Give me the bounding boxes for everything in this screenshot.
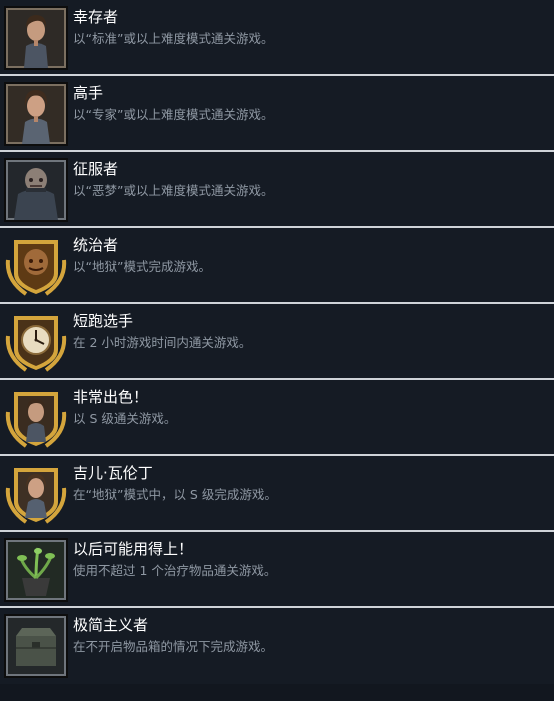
achievement-title: 短跑选手 <box>73 312 134 330</box>
achievement-title: 幸存者 <box>73 8 119 26</box>
achievement-row[interactable]: 吉儿·瓦伦丁 在“地狱”模式中，以 S 级完成游戏。 <box>0 456 554 532</box>
achievement-description: 在不开启物品箱的情况下完成游戏。 <box>73 639 274 654</box>
achievement-description: 以“专家”或以上难度模式通关游戏。 <box>73 107 274 122</box>
achievement-list: 幸存者 以“标准”或以上难度模式通关游戏。 高手 以“专家”或以上难度模式通关游… <box>0 0 554 684</box>
achievement-title: 吉儿·瓦伦丁 <box>73 464 153 482</box>
achievement-description: 以“标准”或以上难度模式通关游戏。 <box>73 31 274 46</box>
achievement-row[interactable]: 短跑选手 在 2 小时游戏时间内通关游戏。 <box>0 304 554 380</box>
nemesis-laurel-icon <box>4 234 68 298</box>
achievement-title: 统治者 <box>73 236 119 254</box>
achievement-description: 以“地狱”模式完成游戏。 <box>73 259 211 274</box>
clock-laurel-icon <box>4 310 68 374</box>
achievement-title: 极简主义者 <box>73 616 149 634</box>
achievement-row[interactable]: 高手 以“专家”或以上难度模式通关游戏。 <box>0 76 554 152</box>
achievement-row[interactable]: 统治者 以“地狱”模式完成游戏。 <box>0 228 554 304</box>
item-box-icon <box>4 614 68 678</box>
jill-portrait-icon <box>4 82 68 146</box>
achievement-description: 以“恶梦”或以上难度模式通关游戏。 <box>73 183 274 198</box>
achievement-description: 在 2 小时游戏时间内通关游戏。 <box>73 335 252 350</box>
nemesis-portrait-icon <box>4 158 68 222</box>
achievement-row[interactable]: 以后可能用得上！ 使用不超过 1 个治疗物品通关游戏。 <box>0 532 554 608</box>
jill-laurel-icon <box>4 386 68 450</box>
achievement-description: 使用不超过 1 个治疗物品通关游戏。 <box>73 563 277 578</box>
achievement-description: 以 S 级通关游戏。 <box>73 411 177 426</box>
green-herb-icon <box>4 538 68 602</box>
achievement-title: 征服者 <box>73 160 119 178</box>
achievement-title: 非常出色！ <box>73 388 149 406</box>
jill-laurel-icon <box>4 462 68 526</box>
achievement-description: 在“地狱”模式中，以 S 级完成游戏。 <box>73 487 277 502</box>
achievement-title: 以后可能用得上！ <box>73 540 194 558</box>
achievement-row[interactable]: 极简主义者 在不开启物品箱的情况下完成游戏。 <box>0 608 554 684</box>
achievement-row[interactable]: 征服者 以“恶梦”或以上难度模式通关游戏。 <box>0 152 554 228</box>
jill-portrait-icon <box>4 6 68 70</box>
achievement-row[interactable]: 幸存者 以“标准”或以上难度模式通关游戏。 <box>0 0 554 76</box>
achievement-title: 高手 <box>73 84 104 102</box>
achievement-row[interactable]: 非常出色！ 以 S 级通关游戏。 <box>0 380 554 456</box>
